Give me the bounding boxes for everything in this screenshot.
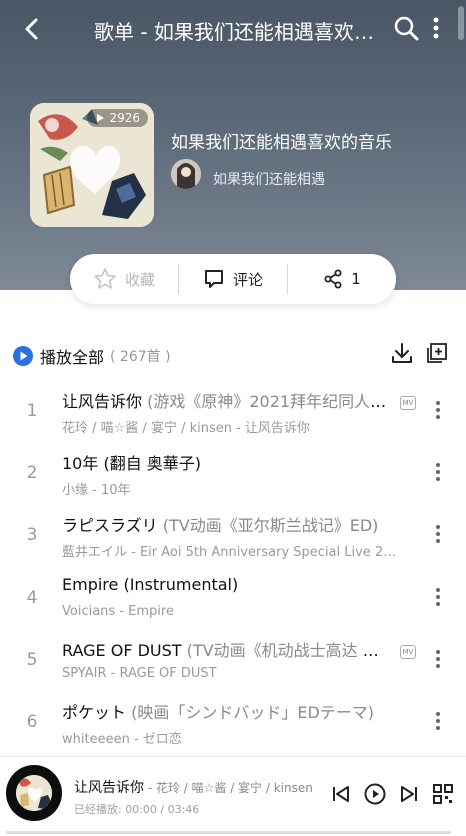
song-more-icon[interactable] — [430, 461, 446, 483]
creator-avatar[interactable] — [171, 159, 201, 189]
song-more-icon[interactable] — [430, 710, 446, 732]
song-title: ラピスラズリ — [62, 516, 158, 535]
back-icon[interactable] — [18, 14, 48, 44]
song-more-icon[interactable] — [430, 648, 446, 670]
song-title: Empire (Instrumental) — [62, 575, 239, 594]
add-playlist-icon[interactable] — [426, 342, 448, 364]
favorite-label: 收藏 — [124, 270, 155, 289]
song-subtitle: (游戏《原神》2021拜年纪同人曲) — [142, 392, 392, 411]
song-title-line: ラピスラズリ (TV动画《亚尔斯兰战记》ED) — [62, 512, 392, 536]
star-icon — [94, 268, 116, 289]
song-more-icon[interactable] — [430, 523, 446, 545]
mini-cover-art — [16, 775, 52, 811]
action-bar: 收藏 评论 1 — [70, 254, 396, 304]
song-title: 让风告诉你 — [62, 392, 143, 411]
comment-icon — [204, 270, 223, 288]
play-all-label: 播放全部 — [40, 348, 105, 367]
song-meta: whiteeeen - ゼロ恋 — [62, 732, 182, 747]
song-title: RAGE OF DUST — [62, 641, 182, 660]
song-subtitle: (TV动画《亚尔斯兰战记》ED) — [157, 516, 379, 535]
song-title-line: Empire (Instrumental) — [62, 575, 392, 594]
song-title: 10年 (翻自 奥華子) — [62, 454, 202, 473]
now-playing-art — [16, 775, 52, 811]
song-meta: SPYAIR - RAGE OF DUST — [62, 666, 217, 681]
mv-icon[interactable]: MV — [400, 645, 416, 659]
share-count: 1 — [351, 270, 361, 288]
search-icon[interactable] — [392, 14, 420, 42]
song-title: ポケット — [62, 703, 127, 722]
song-row[interactable]: 1 让风告诉你 (游戏《原神》2021拜年纪同人曲) 花玲 / 喵☆酱 / 宴宁 /… — [0, 381, 466, 443]
playlist-cover[interactable]: 2926 — [30, 103, 154, 227]
song-index: 2 — [26, 463, 38, 483]
song-title-line: ポケット (映画「シンドバッド」EDテーマ) — [62, 699, 392, 723]
creator-name[interactable]: 如果我们还能相遇 — [213, 169, 325, 189]
prev-icon[interactable] — [330, 783, 352, 805]
next-icon[interactable] — [398, 783, 420, 805]
song-meta: 花玲 / 喵☆酱 / 宴宁 / kinsen - 让风告诉你 — [62, 421, 310, 436]
now-playing-song: 让风告诉你 — [74, 780, 144, 796]
song-meta: Voicians - Empire — [62, 604, 174, 619]
song-title-line: 10年 (翻自 奥華子) — [62, 450, 392, 474]
play-count: 2926 — [109, 111, 140, 125]
song-row[interactable]: 5 RAGE OF DUST (TV动画《机动战士高达 铁血的奥尔芬斯》OP) SP… — [0, 630, 466, 692]
song-row[interactable]: 6 ポケット (映画「シンドバッド」EDテーマ) whiteeeen - ゼロ恋 — [0, 692, 466, 754]
page-title: 歌单 - 如果我们还能相遇喜欢的音乐 — [94, 20, 374, 44]
song-index: 3 — [26, 525, 38, 545]
song-more-icon[interactable] — [430, 586, 446, 608]
song-subtitle: (映画「シンドバッド」EDテーマ) — [126, 703, 375, 722]
play-circle-icon — [13, 346, 33, 366]
song-row[interactable]: 2 10年 (翻自 奥華子) 小缘 - 10年 — [0, 443, 466, 505]
playlist-name: 如果我们还能相遇喜欢的音乐 — [171, 133, 392, 153]
mini-player[interactable]: 让风告诉你 - 花玲 / 喵☆酱 / 宴宁 / kinsen 已经播放: 00:… — [0, 756, 466, 836]
scrollbar[interactable] — [458, 6, 464, 40]
mv-icon[interactable]: MV — [400, 396, 416, 410]
more-vert-icon[interactable] — [426, 14, 446, 42]
song-index: 4 — [26, 588, 38, 608]
progress-track — [6, 831, 451, 834]
song-row[interactable]: 3 ラピスラズリ (TV动画《亚尔斯兰战记》ED) 藍井エイル - Eir Aoi … — [0, 505, 466, 567]
top-bar: 歌单 - 如果我们还能相遇喜欢的音乐 — [0, 0, 466, 58]
now-playing-title: 让风告诉你 - 花玲 / 喵☆酱 / 宴宁 / kinsen — [74, 777, 314, 797]
song-meta: 藍井エイル - Eir Aoi 5th Anniversary Special … — [62, 545, 402, 560]
song-subtitle: (TV动画《机动战士高达 铁血的奥尔芬斯》OP) — [186, 641, 392, 660]
song-index: 6 — [26, 712, 38, 732]
song-more-icon[interactable] — [430, 399, 446, 421]
play-all-button[interactable]: 播放全部 ( 267首 ) — [12, 343, 171, 369]
now-playing-time: 已经播放: 00:00 / 03:46 — [74, 803, 200, 816]
playlist-header: 歌单 - 如果我们还能相遇喜欢的音乐 2926 如果我们还能相遇喜欢的音乐 如果… — [0, 0, 466, 290]
download-icon[interactable] — [390, 341, 414, 365]
share-icon — [324, 269, 342, 289]
now-playing-disc[interactable] — [6, 765, 62, 821]
song-row[interactable]: 4 Empire (Instrumental) Voicians - Empire — [0, 568, 466, 630]
song-index: 5 — [26, 650, 38, 670]
song-title-line: 让风告诉你 (游戏《原神》2021拜年纪同人曲) — [62, 388, 392, 412]
song-index: 1 — [26, 401, 38, 421]
song-title-line: RAGE OF DUST (TV动画《机动战士高达 铁血的奥尔芬斯》OP) — [62, 637, 392, 661]
qr-icon[interactable] — [432, 783, 454, 805]
avatar-image — [171, 159, 201, 189]
song-count: ( 267首 ) — [110, 349, 171, 365]
song-meta: 小缘 - 10年 — [62, 483, 131, 498]
comment-button[interactable]: 评论 — [179, 264, 287, 294]
play-count-badge: 2926 — [87, 109, 148, 127]
now-playing-artist: - 花玲 / 喵☆酱 / 宴宁 / kinsen — [144, 781, 313, 795]
comment-label: 评论 — [232, 270, 263, 289]
favorite-button[interactable]: 收藏 — [70, 264, 178, 294]
share-button[interactable]: 1 — [288, 264, 396, 294]
play-small-icon — [97, 114, 105, 122]
play-icon[interactable] — [364, 783, 386, 805]
